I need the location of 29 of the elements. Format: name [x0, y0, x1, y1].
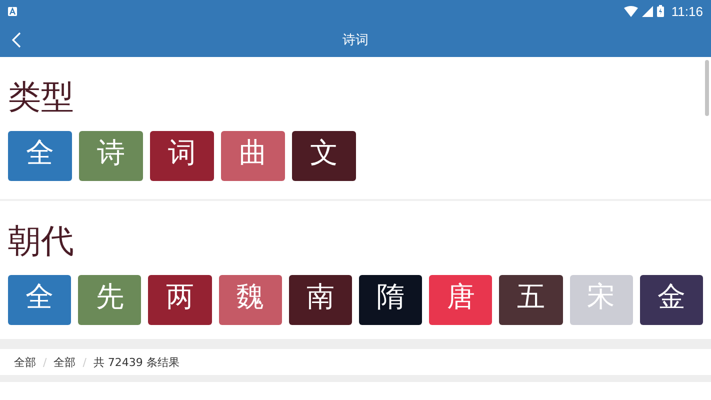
category-tile[interactable]: 诗: [79, 131, 143, 181]
wifi-icon: [624, 6, 638, 16]
breadcrumb-separator: /: [82, 356, 86, 368]
category-tile[interactable]: 隋: [359, 275, 422, 325]
back-icon[interactable]: [12, 32, 21, 48]
category-tile[interactable]: 唐: [429, 275, 492, 325]
category-tile[interactable]: 词: [150, 131, 214, 181]
category-tile[interactable]: 金: [640, 275, 704, 325]
page-title: 诗词: [342, 32, 368, 48]
result-count: 共 72439 条结果: [93, 354, 180, 370]
category-tile[interactable]: 文: [292, 131, 356, 181]
notification-icon: [8, 6, 17, 16]
section-title: 朝代: [8, 221, 75, 261]
breadcrumb-link[interactable]: 全部: [14, 354, 36, 370]
category-tile[interactable]: 两: [148, 275, 212, 325]
battery-icon: [657, 5, 664, 17]
breadcrumb-link[interactable]: 全部: [54, 354, 76, 370]
category-tile[interactable]: 全: [8, 131, 72, 181]
category-tile[interactable]: 魏: [218, 275, 282, 325]
category-tile[interactable]: 全: [8, 275, 72, 325]
section-title: 类型: [8, 77, 75, 117]
category-tile[interactable]: 曲: [221, 131, 285, 181]
scrollbar: [705, 60, 709, 116]
category-tile[interactable]: 南: [288, 275, 352, 325]
category-tile[interactable]: 先: [78, 275, 142, 325]
breadcrumb-separator: /: [43, 356, 47, 368]
category-tile[interactable]: 五: [499, 275, 563, 325]
signal-icon: [642, 6, 654, 16]
status-time: 11:16: [671, 4, 703, 18]
